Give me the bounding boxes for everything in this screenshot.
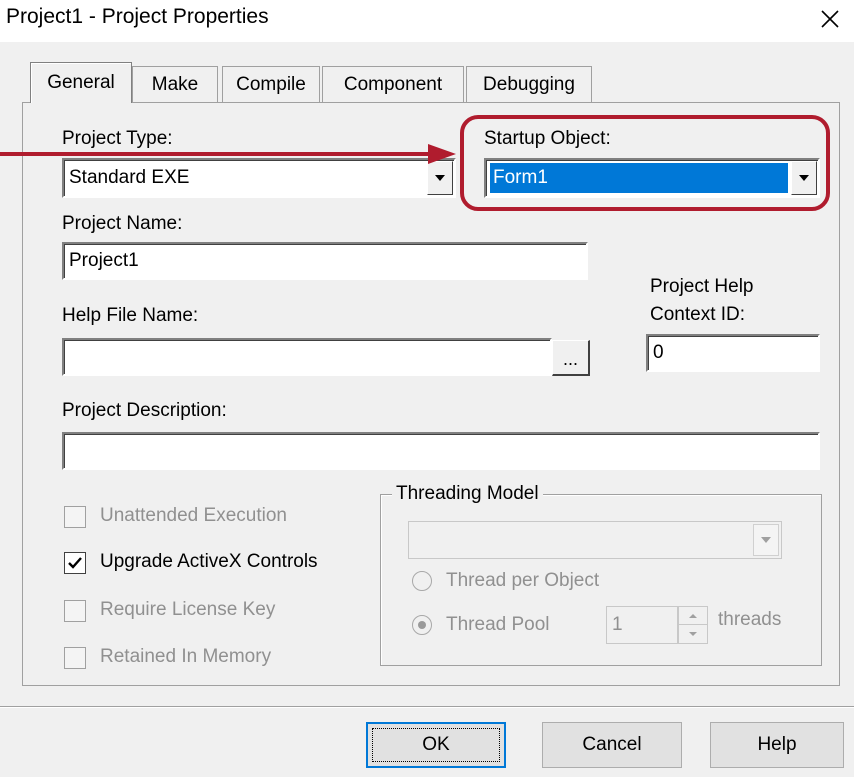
unattended-execution-label: Unattended Execution: [100, 505, 287, 526]
threads-count-spinner[interactable]: [678, 606, 708, 644]
tab-component[interactable]: Component: [322, 66, 464, 102]
help-file-name-input[interactable]: [62, 338, 552, 376]
project-name-input[interactable]: Project1: [62, 242, 588, 280]
chevron-down-icon: [435, 175, 445, 181]
thread-pool-label: Thread Pool: [446, 614, 550, 635]
project-type-dropdown-button[interactable]: [427, 161, 453, 195]
require-license-key-checkbox[interactable]: [64, 600, 86, 622]
cancel-button[interactable]: Cancel: [542, 722, 682, 768]
threading-model-title: Threading Model: [392, 483, 543, 505]
spin-up-button[interactable]: [679, 607, 707, 625]
startup-object-combo[interactable]: Form1: [484, 158, 820, 198]
tab-compile[interactable]: Compile: [222, 66, 320, 102]
checkmark-icon: [68, 557, 82, 569]
button-bar-divider: [0, 706, 854, 708]
startup-object-label: Startup Object:: [484, 128, 611, 149]
tab-debugging[interactable]: Debugging: [466, 66, 592, 102]
help-file-name-label: Help File Name:: [62, 305, 199, 326]
help-context-label-line2: Context ID:: [650, 304, 746, 325]
window-title: Project1 - Project Properties: [6, 5, 269, 28]
threading-model-dropdown-button[interactable]: [753, 524, 779, 556]
help-button[interactable]: Help: [710, 722, 844, 768]
threads-count-input[interactable]: 1: [606, 606, 678, 644]
project-name-label: Project Name:: [62, 213, 183, 234]
threading-model-combo[interactable]: [408, 521, 782, 559]
project-type-value: Standard EXE: [69, 167, 190, 188]
chevron-down-icon: [761, 537, 771, 543]
ok-button[interactable]: OK: [366, 722, 506, 768]
project-type-combo[interactable]: Standard EXE: [62, 158, 456, 198]
project-type-label: Project Type:: [62, 128, 173, 149]
unattended-execution-checkbox[interactable]: [64, 506, 86, 528]
tab-general[interactable]: General: [30, 62, 132, 103]
thread-pool-radio[interactable]: [412, 615, 432, 635]
thread-per-object-label: Thread per Object: [446, 570, 600, 591]
chevron-down-icon: [799, 175, 809, 181]
retained-in-memory-checkbox[interactable]: [64, 647, 86, 669]
browse-help-file-button[interactable]: ...: [552, 340, 590, 376]
tab-make[interactable]: Make: [132, 66, 218, 102]
help-context-label-line1: Project Help: [650, 276, 754, 297]
startup-object-dropdown-button[interactable]: [791, 161, 817, 195]
threads-count-value: 1: [612, 614, 623, 635]
upgrade-activex-label: Upgrade ActiveX Controls: [100, 551, 318, 572]
project-name-value: Project1: [69, 250, 139, 271]
startup-object-value: Form1: [490, 163, 788, 193]
close-button[interactable]: [812, 2, 848, 36]
threads-unit-label: threads: [718, 609, 782, 630]
thread-per-object-radio[interactable]: [412, 571, 432, 591]
require-license-key-label: Require License Key: [100, 599, 276, 620]
chevron-up-icon: [689, 613, 697, 618]
project-description-label: Project Description:: [62, 400, 227, 421]
retained-in-memory-label: Retained In Memory: [100, 646, 272, 667]
close-icon: [821, 10, 839, 28]
upgrade-activex-checkbox[interactable]: [64, 552, 86, 574]
help-context-id-input[interactable]: 0: [646, 334, 820, 372]
help-context-id-value: 0: [653, 342, 664, 363]
chevron-down-icon: [689, 632, 697, 636]
title-bar: Project1 - Project Properties: [0, 0, 854, 42]
spin-down-button[interactable]: [679, 625, 707, 643]
project-description-input[interactable]: [62, 432, 820, 470]
